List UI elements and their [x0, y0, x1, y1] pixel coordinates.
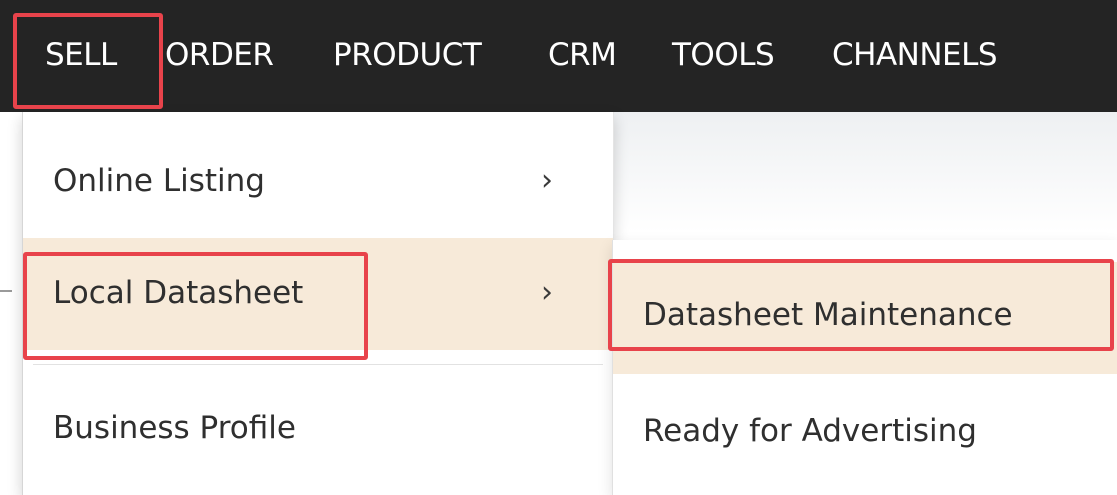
- menu-item-business-profile[interactable]: Business Profile: [23, 380, 613, 475]
- chevron-right-icon: ›: [541, 163, 553, 198]
- submenu-item-ready-for-advertising[interactable]: Ready for Advertising: [613, 388, 1117, 478]
- menu-divider: [33, 364, 603, 365]
- nav-item-sell[interactable]: SELL: [45, 30, 117, 80]
- menu-item-online-listing[interactable]: Online Listing ›: [23, 134, 613, 229]
- nav-item-crm[interactable]: CRM: [548, 30, 617, 80]
- submenu-item-label: Datasheet Maintenance: [643, 297, 1013, 333]
- nav-item-channels[interactable]: CHANNELS: [832, 30, 998, 80]
- chevron-right-icon: ›: [541, 275, 553, 310]
- nav-item-product[interactable]: PRODUCT: [333, 30, 482, 80]
- submenu-item-label: Ready for Advertising: [643, 413, 977, 449]
- menu-item-local-datasheet[interactable]: Local Datasheet ›: [23, 238, 613, 350]
- nav-item-tools[interactable]: TOOLS: [672, 30, 775, 80]
- page-divider: [0, 290, 12, 292]
- menu-item-label: Online Listing: [53, 163, 265, 199]
- nav-item-order[interactable]: ORDER: [165, 30, 274, 80]
- submenu-item-datasheet-maintenance[interactable]: Datasheet Maintenance: [613, 262, 1117, 374]
- top-navigation-bar: SELL ORDER PRODUCT CRM TOOLS CHANNELS: [0, 0, 1117, 112]
- page-content-blurred: [610, 112, 1117, 232]
- sell-dropdown-menu: Online Listing › Local Datasheet › Busin…: [22, 112, 614, 495]
- local-datasheet-submenu: Datasheet Maintenance Ready for Advertis…: [612, 240, 1117, 495]
- menu-item-label: Business Profile: [53, 410, 296, 446]
- menu-item-label: Local Datasheet: [53, 275, 304, 311]
